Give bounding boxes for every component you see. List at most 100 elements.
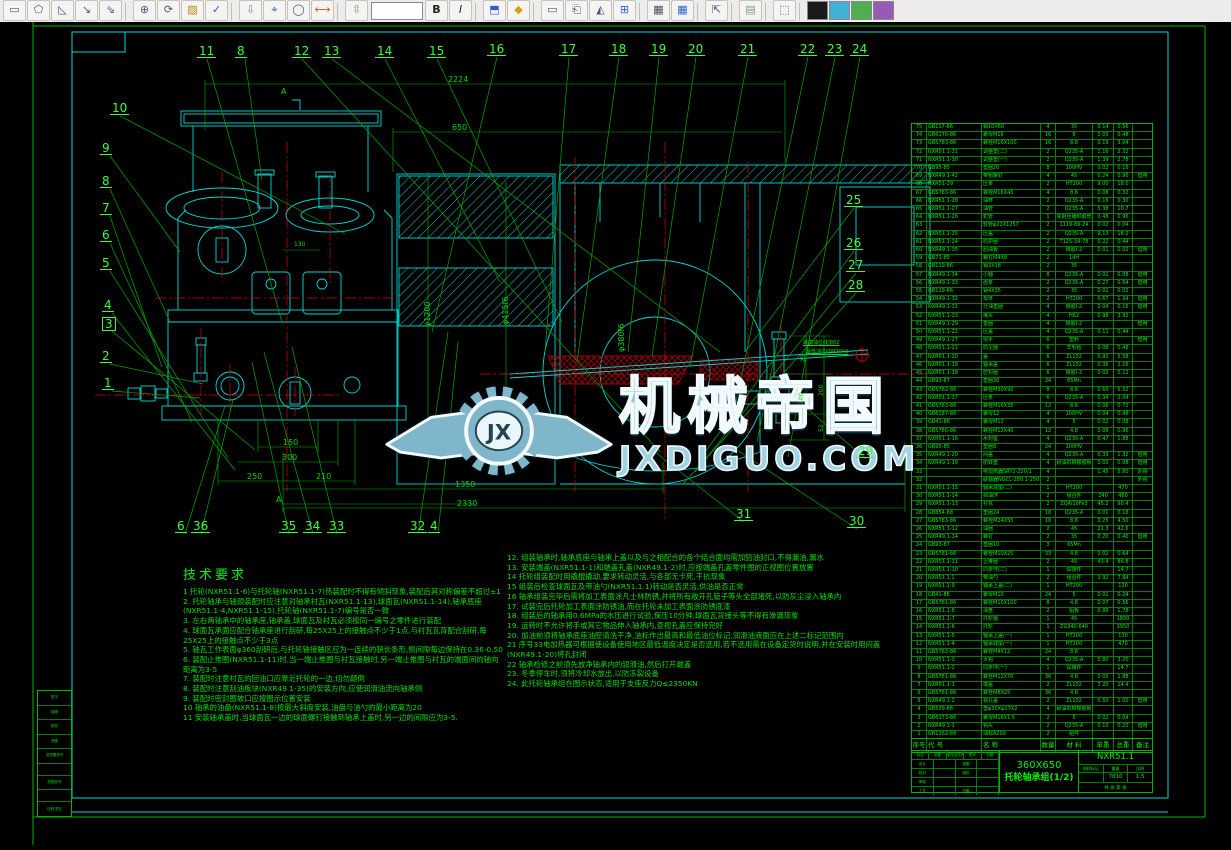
cell: 防转垫 [982, 460, 1041, 468]
cell: 堵头 [982, 312, 1041, 320]
cell: 0.02 [1093, 222, 1114, 230]
drawing-canvas[interactable]: 技术要求 1 托轮(NXR51.1-6)与托轮轴(NXR51.1-7)热装配时不… [0, 22, 1231, 850]
cell: 5.80 [1114, 468, 1133, 476]
layer-color-icon[interactable]: ◆ [507, 0, 530, 21]
cell [1133, 485, 1152, 492]
circle-tool-icon[interactable]: ⊕ [133, 0, 156, 21]
stamp-value-cell: 1:5 [1135, 774, 1145, 780]
cell [1133, 378, 1152, 385]
cell [934, 760, 956, 768]
cell: 90.4 [1114, 501, 1133, 509]
mirror-icon[interactable]: ◭ [589, 0, 612, 21]
align-tool-icon[interactable]: ⇩ [239, 0, 262, 21]
italic-button[interactable]: I [449, 0, 472, 21]
table-row: 34 NXR49.1-19 防转垫 4 耐油石棉橡胶板 0.02 0.08 借用 [912, 459, 1152, 468]
cell [1133, 419, 1152, 426]
cell: NXR49.1-31 [927, 304, 982, 312]
cell [1133, 313, 1152, 320]
cell: 8 [1041, 165, 1056, 173]
cell: 1 [1041, 624, 1056, 632]
cell: 7 [912, 681, 927, 690]
ellipse-tool-icon[interactable]: ◯ [287, 0, 310, 21]
cell: 8.8 [1056, 402, 1093, 411]
tech-item: 20. 加油前须将轴承底座油腔清洗干净,油标作出最高和最低油位标记,润滑油液面应… [507, 630, 844, 640]
dim-label: 2330 [457, 499, 478, 508]
cell: 2.32 [1114, 148, 1133, 156]
cell [1133, 387, 1152, 394]
cell: 0.01 [1093, 271, 1114, 279]
cell: 36 [1041, 690, 1056, 698]
color-chip-green[interactable] [851, 1, 872, 20]
cell [1093, 624, 1114, 632]
settings-icon[interactable]: ⬚ [773, 0, 796, 21]
cell [1093, 255, 1114, 263]
cell: 螺栓M10X100 [982, 599, 1041, 607]
dim-label: 52 [818, 424, 825, 432]
cell: 23 [912, 550, 927, 558]
cell: 螺栓M12X40 [982, 427, 1041, 435]
corner-cell: 描校 [38, 719, 71, 734]
rotate-tool-icon[interactable]: ⟳ [157, 0, 180, 21]
bold-button[interactable]: B [425, 0, 448, 21]
cell: GB6187-86 [927, 411, 982, 419]
cell: GB5783-86 [927, 517, 982, 525]
cell: 螺栓M16X45 [982, 189, 1041, 197]
tech-item: 2. 托轮轴承与轴颈装配时应注意对轴承衬瓦(NXR51.1-13),球面瓦(NX… [183, 596, 482, 616]
image-icon[interactable]: ▦ [647, 0, 670, 21]
cell: GB1162-89 [927, 731, 982, 739]
layout-icon[interactable]: ⬒ [483, 0, 506, 21]
callout-label: 16 [487, 42, 507, 56]
color-chip-black[interactable] [807, 1, 828, 20]
cell: 螺母M16X1.5 [982, 714, 1041, 722]
cell: 6 [1041, 353, 1056, 361]
table-icon[interactable]: ▦ [671, 0, 694, 21]
cell: 垫圈 [982, 320, 1041, 329]
text-style-input[interactable] [371, 2, 423, 20]
cell: Q235-A [1056, 657, 1093, 665]
check-tool-icon[interactable]: ✓ [205, 0, 228, 21]
cell: GB95-85 [927, 443, 982, 452]
cell: 螺栓M8X25 [982, 690, 1041, 698]
cad-application-window: ▭ ⬠ ◺ ↘ ⇘ ⊕ ⟳ ▨ ✓ ⇩ ⌖ ◯ ⟷ ⇳ B I ⬒ ◆ ▭ ⎗ ◭ ⊞ ▦ ▦ ⇱ ▤ ⬚ [0, 0, 1231, 850]
cell [1133, 255, 1152, 262]
dim-horizontal-icon[interactable]: ⟷ [311, 0, 334, 21]
leader-line [111, 312, 236, 471]
cell: 48 [912, 345, 927, 353]
dim-vertical-icon[interactable]: ⇳ [345, 0, 368, 21]
cell: 1.32 [1114, 452, 1133, 460]
dim-label: 130 [294, 241, 306, 248]
tech-item: 24. 此托轮轴承组在图示状态,适用于支座反力Q≤2350KN [507, 679, 698, 689]
cell: 67 [912, 189, 927, 197]
axis-tool-icon[interactable]: ⌖ [263, 0, 286, 21]
arrow-tool-icon[interactable]: ⇘ [99, 0, 122, 21]
cell [1056, 476, 1093, 484]
viewport-icon[interactable]: ▭ [541, 0, 564, 21]
pan-icon[interactable]: ⇱ [705, 0, 728, 21]
properties-icon[interactable]: ▤ [739, 0, 762, 21]
cell: 螺钉M4X8 [982, 255, 1041, 263]
cell: 38 [912, 427, 927, 435]
cell: 钩头 [982, 722, 1041, 731]
tech-item: 9. 装配时密封圈坡口应按图示位置安装 [183, 693, 311, 703]
leader-line [627, 56, 660, 353]
cell [1093, 566, 1114, 575]
table-row: 69 NXR49.1-42 带帽螺钉 4 45 0.24 0.96 借用 [912, 172, 1152, 181]
rectangle-tool-icon[interactable]: ▭ [3, 0, 26, 21]
cell: 100HV [1056, 411, 1093, 419]
cell: Q235-A [1056, 394, 1093, 402]
leader-line [291, 346, 338, 535]
cell: 5 [1056, 591, 1093, 599]
triangle-tool-icon[interactable]: ◺ [51, 0, 74, 21]
color-chip-cyan[interactable] [829, 1, 850, 20]
cell: 4 [1041, 706, 1056, 714]
polygon-tool-icon[interactable]: ⬠ [27, 0, 50, 21]
grid-icon[interactable]: ⊞ [613, 0, 636, 21]
copy-icon[interactable]: ⎗ [565, 0, 588, 21]
table-row: 24 GB93-87 垫圈10 3 65Mn [912, 541, 1152, 550]
table-row: 13 NXR51.1-5 轴承上盖(一) 1 HT200 130 [912, 631, 1152, 640]
hatch-tool-icon[interactable]: ▨ [181, 0, 204, 21]
leader-tool-icon[interactable]: ↘ [75, 0, 98, 21]
cell: 4.8 [1056, 673, 1093, 681]
color-chip-purple[interactable] [873, 1, 894, 20]
cell: 借用 [1137, 337, 1148, 344]
